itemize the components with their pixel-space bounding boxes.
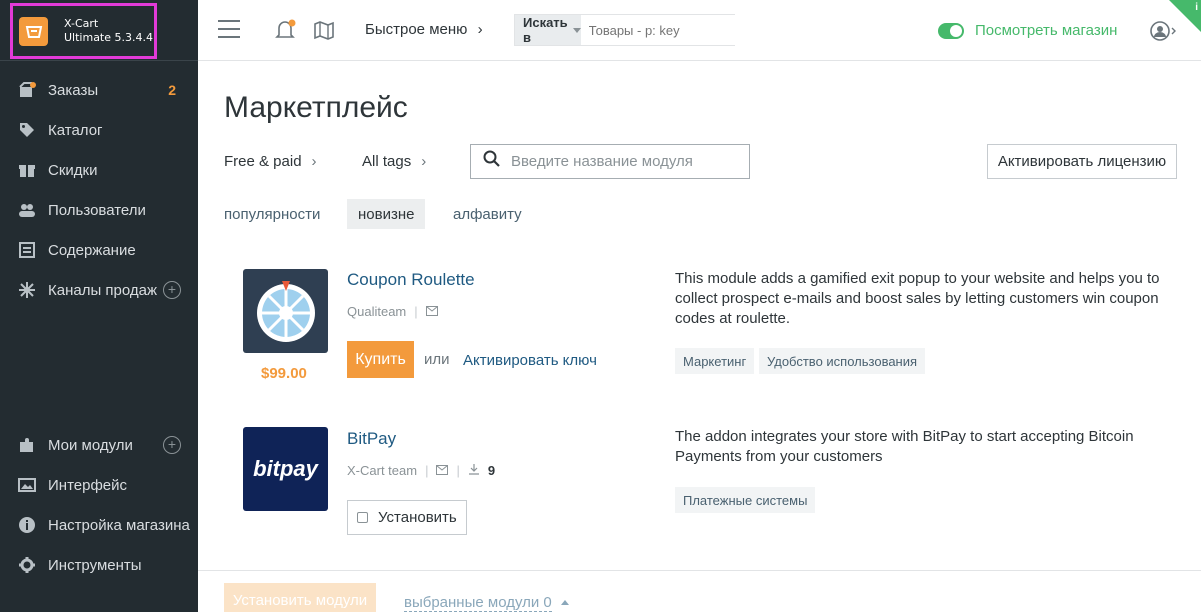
sidebar-item-interface[interactable]: Интерфейс (18, 473, 193, 497)
sidebar-item-store-setup[interactable]: Настройка магазина (18, 513, 193, 537)
envelope-icon[interactable] (436, 463, 449, 478)
gift-icon (18, 161, 36, 179)
brand-version: Ultimate 5.3.4.4 (64, 31, 153, 44)
sidebar-item-label: Инструменты (48, 556, 142, 574)
main-content: Маркетплейс Free & paid› All tags› Актив… (198, 61, 1201, 612)
sidebar-item-content[interactable]: Содержание (18, 238, 193, 262)
view-store-link[interactable]: Посмотреть магазин (975, 22, 1117, 39)
download-icon (468, 463, 480, 478)
menu-toggle-icon[interactable] (218, 20, 240, 38)
buy-button[interactable]: Купить (347, 341, 414, 378)
notifications-bell-icon[interactable] (274, 19, 296, 46)
module-search-input[interactable] (511, 153, 741, 170)
search-scope-select[interactable]: Искать в (515, 15, 581, 45)
xcart-logo-icon (19, 17, 48, 46)
store-toggle[interactable] (938, 23, 964, 39)
module-meta: Qualiteam | (347, 304, 438, 319)
sort-tab-alphabet[interactable]: алфавиту (442, 199, 533, 229)
module-author: Qualiteam (347, 304, 407, 319)
install-checkbox[interactable] (357, 512, 368, 523)
sidebar: X-Cart Ultimate 5.3.4.4 Заказы 2 Каталог… (0, 0, 198, 612)
envelope-icon[interactable] (425, 304, 438, 319)
bottom-action-bar: Установить модули выбранные модули 0 (198, 570, 1201, 612)
gear-icon (18, 556, 36, 574)
search-icon (483, 150, 501, 173)
info-icon (18, 516, 36, 534)
or-label: или (424, 351, 450, 368)
caret-down-icon (572, 27, 581, 33)
sidebar-item-label: Содержание (48, 241, 136, 259)
module-description: This module adds a gamified exit popup t… (675, 270, 1160, 327)
sales-channels-icon (18, 281, 36, 299)
chevron-right-icon: › (421, 153, 427, 170)
sidebar-item-label: Каталог (48, 121, 103, 139)
module-search-box (470, 144, 750, 179)
sidebar-item-orders[interactable]: Заказы 2 (18, 78, 193, 102)
caret-up-icon[interactable] (561, 600, 569, 605)
module-tag[interactable]: Удобство использования (759, 348, 926, 374)
tags-filter[interactable]: All tags › (362, 153, 426, 170)
module-price: $99.00 (261, 365, 307, 382)
sidebar-item-label: Пользователи (48, 201, 146, 219)
brand-divider (0, 60, 198, 61)
header-search: Искать в (514, 14, 765, 46)
sidebar-item-label: Заказы (48, 81, 99, 99)
sidebar-item-users[interactable]: Пользователи (18, 198, 193, 222)
sidebar-item-my-modules[interactable]: Мои модули + (18, 433, 193, 457)
orders-count-badge: 2 (168, 82, 176, 98)
info-corner-icon: i (1195, 2, 1198, 13)
image-icon (18, 476, 36, 494)
module-tag[interactable]: Маркетинг (675, 348, 755, 374)
activate-license-button[interactable]: Активировать лицензию (987, 144, 1177, 179)
activate-key-link[interactable]: Активировать ключ (463, 352, 597, 369)
orders-icon (18, 81, 36, 99)
chevron-right-icon: › (477, 21, 483, 38)
install-button[interactable]: Установить (347, 500, 467, 535)
sidebar-item-sales-channels[interactable]: Каналы продаж + (18, 278, 193, 302)
sort-tab-popularity[interactable]: популярности (213, 199, 331, 229)
chevron-right-icon: › (311, 153, 317, 170)
module-name-link[interactable]: Coupon Roulette (347, 270, 475, 290)
module-description: The addon integrates your store with Bit… (675, 428, 1134, 465)
content-icon (18, 241, 36, 259)
sidebar-item-discounts[interactable]: Скидки (18, 158, 193, 182)
sidebar-item-tools[interactable]: Инструменты (18, 553, 193, 577)
tag-icon (18, 121, 36, 139)
puzzle-icon (18, 436, 36, 454)
brand-name: X-Cart (64, 17, 99, 30)
selected-modules-link[interactable]: выбранные модули 0 (404, 595, 552, 612)
sidebar-item-label: Интерфейс (48, 476, 128, 494)
sidebar-item-label: Настройка магазина (48, 516, 190, 534)
bitpay-logo-icon[interactable]: bitpay (243, 427, 328, 511)
brand-block[interactable]: X-Cart Ultimate 5.3.4.4 (10, 3, 157, 59)
module-meta: X-Cart team | | 9 (347, 463, 496, 478)
coupon-roulette-logo-icon[interactable] (243, 269, 328, 353)
sort-tab-newest[interactable]: новизне (347, 199, 426, 229)
module-author: X-Cart team (347, 463, 418, 478)
header-search-input[interactable] (580, 15, 765, 45)
top-header: Быстрое меню › Искать в Посмотреть магаз… (198, 0, 1201, 61)
sidebar-item-label: Скидки (48, 161, 98, 179)
add-module-button[interactable]: + (163, 436, 181, 454)
price-filter[interactable]: Free & paid › (224, 153, 317, 170)
module-name-link[interactable]: BitPay (347, 429, 396, 449)
sidebar-item-label: Мои модули (48, 436, 133, 454)
sidebar-item-label: Каналы продаж (48, 281, 158, 299)
quick-menu-button[interactable]: Быстрое меню › (365, 21, 483, 38)
page-title: Маркетплейс (224, 91, 408, 124)
download-count: 9 (487, 463, 496, 478)
store-map-icon[interactable] (313, 19, 335, 46)
module-tag[interactable]: Платежные системы (675, 487, 816, 513)
install-modules-button[interactable]: Установить модули (224, 583, 376, 612)
users-icon (18, 201, 36, 219)
sidebar-item-catalog[interactable]: Каталог (18, 118, 193, 142)
add-channel-button[interactable]: + (163, 281, 181, 299)
